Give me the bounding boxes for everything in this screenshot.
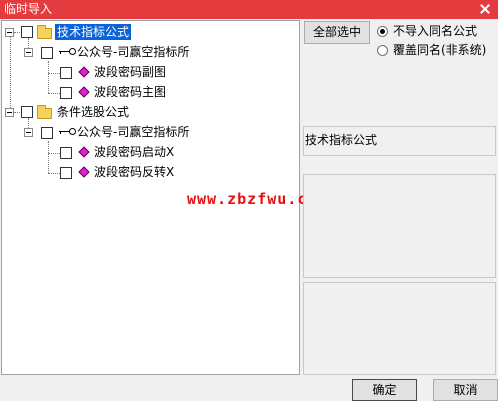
info-panel: 技术指标公式 xyxy=(303,126,496,156)
group-checkbox[interactable] xyxy=(21,106,33,118)
formula-label: 波段密码启动X xyxy=(94,145,175,159)
description-panel xyxy=(303,174,496,278)
folder-icon xyxy=(37,25,52,39)
formula-checkbox[interactable] xyxy=(60,147,72,159)
radio-no-import-label[interactable]: 不导入同名公式 xyxy=(393,24,477,39)
author-checkbox[interactable] xyxy=(41,127,53,139)
key-icon xyxy=(58,47,76,57)
radio-overwrite-label[interactable]: 覆盖同名(非系统) xyxy=(393,43,486,58)
formula-label: 波段密码反转X xyxy=(94,165,175,179)
group-checkbox[interactable] xyxy=(21,26,33,38)
author-checkbox[interactable] xyxy=(41,47,53,59)
author-label: 公众号-司赢空指标所 xyxy=(77,125,190,139)
collapse-toggle[interactable] xyxy=(24,48,33,57)
tree-formula-item[interactable]: 波段密码反转X xyxy=(2,164,300,181)
tree-group-tech-indicator[interactable]: 技术指标公式 xyxy=(2,24,300,41)
formula-checkbox[interactable] xyxy=(60,67,72,79)
tree-author-node[interactable]: 公众号-司赢空指标所 xyxy=(2,44,300,61)
collapse-toggle[interactable] xyxy=(5,108,14,117)
group-label[interactable]: 条件选股公式 xyxy=(57,104,129,120)
window-title: 临时导入 xyxy=(4,2,53,16)
key-icon xyxy=(58,127,76,137)
formula-checkbox[interactable] xyxy=(60,167,72,179)
tree-formula-item[interactable]: 波段密码启动X xyxy=(2,144,300,161)
tree-formula-item[interactable]: 波段密码副图 xyxy=(2,64,300,81)
formula-icon xyxy=(78,146,90,159)
formula-label: 波段密码副图 xyxy=(94,65,167,79)
collapse-toggle[interactable] xyxy=(24,128,33,137)
radio-no-import[interactable] xyxy=(377,26,388,37)
group-label[interactable]: 技术指标公式 xyxy=(55,24,132,40)
info-panel-text: 技术指标公式 xyxy=(305,133,378,147)
author-label: 公众号-司赢空指标所 xyxy=(77,45,190,59)
title-bar: 临时导入 xyxy=(0,0,498,19)
formula-checkbox[interactable] xyxy=(60,87,72,99)
close-icon[interactable] xyxy=(478,2,492,16)
tree-author-node[interactable]: 公众号-司赢空指标所 xyxy=(2,124,300,141)
tree-group-stock-screen[interactable]: 条件选股公式 xyxy=(2,104,300,121)
collapse-toggle[interactable] xyxy=(5,28,14,37)
formula-icon xyxy=(78,66,90,79)
preview-panel xyxy=(303,282,496,375)
folder-icon xyxy=(37,105,52,119)
select-all-button[interactable]: 全部选中 xyxy=(304,21,370,44)
formula-label: 波段密码主图 xyxy=(94,85,167,99)
tree-formula-item[interactable]: 波段密码主图 xyxy=(2,84,300,101)
cancel-button[interactable]: 取消 xyxy=(433,379,498,401)
formula-icon xyxy=(78,166,90,179)
formula-icon xyxy=(78,86,90,99)
radio-overwrite[interactable] xyxy=(377,45,388,56)
ok-button[interactable]: 确定 xyxy=(352,379,417,401)
